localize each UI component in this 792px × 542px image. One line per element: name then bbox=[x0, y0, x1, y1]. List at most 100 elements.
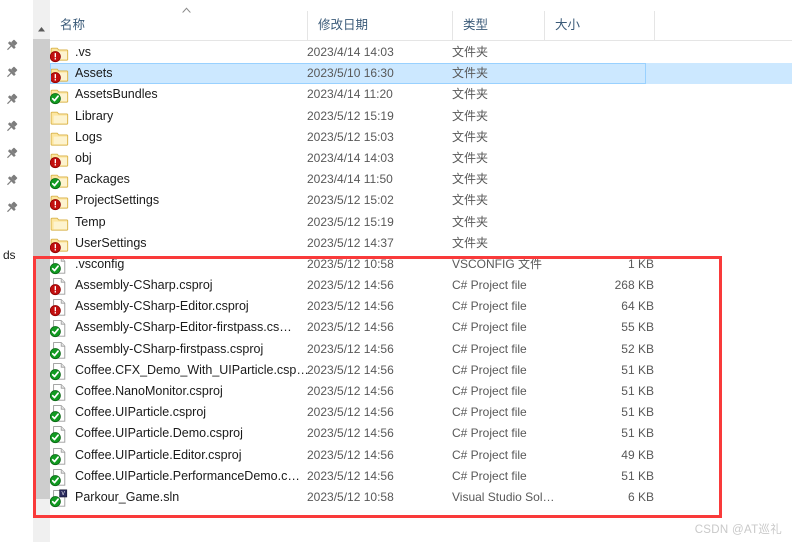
pin-glyph-icon bbox=[7, 39, 18, 51]
overlay-normal-icon bbox=[49, 474, 61, 486]
row-size bbox=[544, 42, 654, 63]
row-size bbox=[544, 212, 654, 233]
row-date-modified: 2023/5/12 15:03 bbox=[307, 129, 394, 144]
row-date-modified: 2023/5/12 10:58 bbox=[307, 256, 394, 271]
row-size bbox=[544, 169, 654, 190]
row-date-modified: 2023/5/12 15:19 bbox=[307, 214, 394, 229]
file-icon bbox=[49, 362, 70, 380]
row-date-modified: 2023/5/12 14:56 bbox=[307, 468, 394, 483]
table-row[interactable]: AssetsBundles 2023/4/14 11:20 文件夹 bbox=[49, 84, 792, 105]
table-row[interactable]: Assets 2023/5/10 16:30 文件夹 bbox=[49, 63, 792, 85]
overlay-modified-icon bbox=[49, 51, 61, 63]
folder-icon bbox=[49, 44, 70, 63]
table-row[interactable]: Assembly-CSharp.csproj 2023/5/12 14:56 C# … bbox=[49, 275, 792, 296]
table-row[interactable]: Temp 2023/5/12 15:19 文件夹 bbox=[50, 212, 792, 233]
row-date-modified: 2023/5/12 14:56 bbox=[307, 299, 394, 314]
row-size: 55 KB bbox=[621, 320, 654, 335]
row-type: C# Project file bbox=[452, 341, 527, 356]
table-row[interactable]: Assembly-CSharp-Editor.csproj 2023/5/12 1… bbox=[49, 296, 792, 317]
pin-icon[interactable] bbox=[4, 200, 20, 216]
scrollbar-thumb[interactable] bbox=[33, 39, 50, 499]
file-icon bbox=[49, 383, 70, 402]
row-type: 文件夹 bbox=[452, 45, 489, 59]
pin-icon[interactable] bbox=[4, 92, 20, 108]
pin-icon[interactable] bbox=[4, 173, 20, 189]
row-type: 文件夹 bbox=[452, 108, 489, 123]
overlay-normal-icon bbox=[49, 390, 61, 402]
row-type: 文件夹 bbox=[452, 235, 489, 250]
row-size: 268 KB bbox=[614, 278, 654, 293]
table-row[interactable]: V Parkour_Game.sln 2023/5/12 10:58 Visual S… bbox=[49, 487, 792, 508]
row-size: 52 KB bbox=[621, 341, 654, 356]
row-date-modified: 2023/5/12 14:56 bbox=[307, 278, 394, 293]
folder-icon bbox=[50, 108, 70, 126]
table-row[interactable]: Library 2023/5/12 15:19 文件夹 bbox=[50, 106, 792, 127]
folder-icon bbox=[49, 150, 70, 169]
file-icon bbox=[49, 277, 70, 296]
row-type: C# Project file bbox=[452, 320, 527, 335]
folder-icon bbox=[49, 192, 70, 211]
row-size: 51 KB bbox=[621, 405, 654, 420]
table-row[interactable]: Packages 2023/4/14 11:50 文件夹 bbox=[49, 169, 792, 190]
table-row[interactable]: Coffee.UIParticle.Editor.csproj 2023/5/12… bbox=[49, 445, 792, 466]
table-row[interactable]: ProjectSettings 2023/5/12 15:02 文件夹 bbox=[49, 190, 792, 211]
table-row[interactable]: .vs 2023/4/14 14:03 文件夹 bbox=[49, 42, 792, 63]
column-header-type[interactable]: 类型 bbox=[452, 11, 544, 40]
table-row[interactable]: Assembly-CSharp-firstpass.csproj 2023/5/1… bbox=[49, 339, 792, 360]
row-name: Packages bbox=[75, 172, 130, 187]
file-icon bbox=[49, 404, 70, 423]
scroll-up-arrow-icon[interactable] bbox=[33, 22, 50, 39]
row-type: C# Project file bbox=[452, 278, 527, 293]
row-name: Assembly-CSharp-Editor-firstpass.cs… bbox=[75, 320, 292, 335]
chevron-up-icon bbox=[38, 27, 45, 32]
row-size bbox=[544, 148, 654, 169]
table-row[interactable]: Coffee.UIParticle.PerformanceDemo.c… 2023… bbox=[49, 466, 792, 487]
table-row[interactable]: Coffee.UIParticle.csproj 2023/5/12 14:56 C… bbox=[49, 402, 792, 423]
table-row[interactable]: obj 2023/4/14 14:03 文件夹 bbox=[49, 148, 792, 169]
row-name: Temp bbox=[75, 214, 106, 229]
table-row[interactable]: Coffee.CFX_Demo_With_UIParticle.csp… 2023… bbox=[49, 360, 792, 381]
row-type: C# Project file bbox=[452, 447, 527, 462]
pin-icon[interactable] bbox=[4, 65, 20, 81]
row-name: Coffee.UIParticle.PerformanceDemo.c… bbox=[75, 468, 300, 483]
pin-icon[interactable] bbox=[4, 38, 20, 54]
table-row[interactable]: Coffee.NanoMonitor.csproj 2023/5/12 14:56… bbox=[49, 381, 792, 402]
overlay-normal-icon bbox=[49, 432, 61, 444]
row-date-modified: 2023/5/12 14:56 bbox=[307, 341, 394, 356]
row-size: 49 KB bbox=[621, 447, 654, 462]
row-date-modified: 2023/5/12 15:02 bbox=[307, 193, 394, 208]
watermark-text: CSDN @AT巡礼 bbox=[694, 524, 782, 536]
column-header-name[interactable]: 名称 bbox=[50, 11, 307, 40]
pin-icon[interactable] bbox=[4, 119, 20, 135]
row-name: Logs bbox=[75, 129, 103, 144]
column-header-size[interactable]: 大小 bbox=[544, 11, 654, 40]
row-name: Coffee.UIParticle.Editor.csproj bbox=[75, 447, 242, 462]
table-row[interactable]: Logs 2023/5/12 15:03 文件夹 bbox=[50, 127, 792, 148]
row-name: obj bbox=[75, 150, 92, 165]
table-row[interactable]: Coffee.UIParticle.Demo.csproj 2023/5/12 1… bbox=[49, 423, 792, 444]
row-type: C# Project file bbox=[452, 405, 527, 420]
pin-glyph-icon bbox=[7, 66, 18, 78]
row-name: Coffee.NanoMonitor.csproj bbox=[75, 384, 223, 398]
pin-glyph-icon bbox=[7, 174, 18, 186]
row-name: Assembly-CSharp.csproj bbox=[75, 278, 213, 293]
pin-icon[interactable] bbox=[4, 146, 20, 162]
overlay-modified-icon bbox=[49, 241, 61, 253]
file-icon bbox=[49, 447, 70, 465]
row-date-modified: 2023/5/12 14:56 bbox=[307, 362, 394, 377]
table-row[interactable]: .vsconfig 2023/5/12 10:58 VSCONFIG 文件 1 KB bbox=[49, 254, 792, 275]
row-size bbox=[544, 84, 654, 105]
table-row[interactable]: UserSettings 2023/5/12 14:37 文件夹 bbox=[49, 233, 792, 254]
row-size: 51 KB bbox=[621, 362, 654, 377]
row-date-modified: 2023/4/14 11:20 bbox=[307, 87, 393, 102]
column-header-date-modified[interactable]: 修改日期 bbox=[307, 11, 452, 40]
row-date-modified: 2023/5/12 14:56 bbox=[307, 384, 394, 398]
table-row[interactable]: Assembly-CSharp-Editor-firstpass.cs… 2023… bbox=[49, 317, 792, 338]
overlay-modified-icon bbox=[49, 305, 61, 317]
row-date-modified: 2023/5/12 14:56 bbox=[307, 320, 394, 335]
vertical-scrollbar[interactable] bbox=[33, 0, 51, 542]
file-list-pane: 名称 修改日期 类型 大小 .vs 2023/4/14 14:03 文件夹 Asset… bbox=[49, 0, 792, 542]
overlay-normal-icon bbox=[49, 411, 61, 423]
row-size bbox=[544, 63, 654, 84]
row-size bbox=[544, 106, 654, 127]
